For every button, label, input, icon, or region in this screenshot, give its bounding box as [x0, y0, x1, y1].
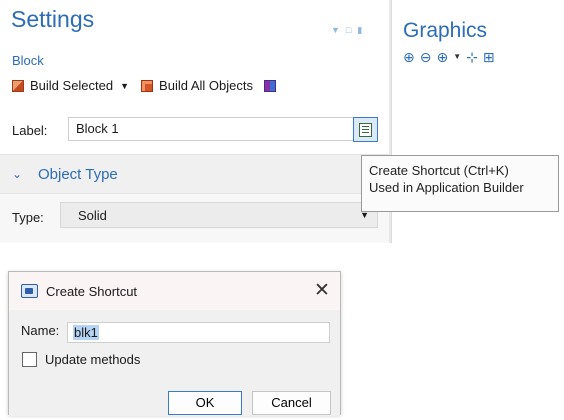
tooltip-line-2: Used in Application Builder [369, 180, 524, 195]
section-object-type[interactable]: ⌄ Object Type [0, 154, 389, 194]
build-selected-dropdown-icon[interactable]: ▼ [120, 81, 129, 91]
create-shortcut-dialog: Create Shortcut ✕ Name: blk1 Update meth… [8, 271, 341, 416]
build-selected-button[interactable]: Build Selected [30, 78, 113, 93]
graphics-toolbar: ⊕ ⊖ ⊕ ▼ ⊹ ⊞ [403, 50, 495, 64]
build-selected-icon [12, 79, 24, 92]
build-all-objects-button[interactable]: Build All Objects [159, 78, 253, 93]
panel-title: Settings [11, 6, 95, 32]
cancel-button[interactable]: Cancel [252, 391, 331, 415]
create-shortcut-button[interactable] [353, 117, 378, 142]
zoom-extents-icon[interactable]: ⊹ [466, 50, 478, 64]
label-caption: Label: [12, 122, 48, 138]
zoom-dropdown-icon[interactable]: ▼ [453, 50, 461, 64]
ok-button[interactable]: OK [168, 391, 242, 415]
type-select-value: Solid [78, 208, 107, 223]
type-row: Type: Solid ▼ [0, 194, 389, 243]
name-caption: Name: [21, 323, 60, 338]
build-preceding-icon[interactable] [263, 79, 276, 92]
dialog-body: Name: blk1 Update methods OK Cancel [9, 310, 340, 416]
graphics-title: Graphics [403, 19, 488, 42]
section-title: Object Type [38, 166, 118, 183]
settings-panel: Settings Block ▼ □ ▮ Build Selected ▼ Bu… [0, 0, 389, 243]
type-caption: Type: [12, 210, 44, 225]
tooltip: Create Shortcut (Ctrl+K) Used in Applica… [361, 155, 559, 212]
app-window-icon [21, 284, 38, 298]
maximize-icon[interactable]: □ [346, 26, 351, 35]
panel-subtitle: Block [12, 53, 44, 68]
close-icon[interactable]: ✕ [314, 279, 330, 302]
chevron-down-icon: ⌄ [12, 167, 23, 181]
dialog-title: Create Shortcut [46, 284, 138, 299]
build-all-icon [141, 79, 154, 92]
label-input[interactable]: Block 1 [68, 117, 354, 141]
name-input[interactable]: blk1 [67, 322, 330, 343]
fit-view-icon[interactable]: ⊞ [483, 50, 495, 64]
panel-menu-icon[interactable]: ▼ [331, 26, 340, 35]
pin-icon[interactable]: ▮ [357, 26, 362, 35]
type-select[interactable]: Solid ▼ [60, 202, 378, 228]
name-input-value: blk1 [73, 325, 99, 340]
panel-window-controls: ▼ □ ▮ [331, 26, 362, 35]
zoom-out-icon[interactable]: ⊖ [420, 50, 432, 64]
update-methods-checkbox[interactable] [22, 352, 37, 367]
zoom-box-icon[interactable]: ⊕ [436, 50, 448, 64]
shortcut-icon [359, 122, 372, 137]
dialog-titlebar: Create Shortcut ✕ [9, 272, 340, 310]
settings-toolbar: Build Selected ▼ Build All Objects [12, 78, 276, 93]
tooltip-line-1: Create Shortcut (Ctrl+K) [369, 163, 509, 178]
update-methods-option[interactable]: Update methods [22, 352, 140, 367]
update-methods-label: Update methods [45, 352, 141, 367]
zoom-in-icon[interactable]: ⊕ [403, 50, 415, 64]
label-row: Label: Block 1 [12, 117, 354, 143]
